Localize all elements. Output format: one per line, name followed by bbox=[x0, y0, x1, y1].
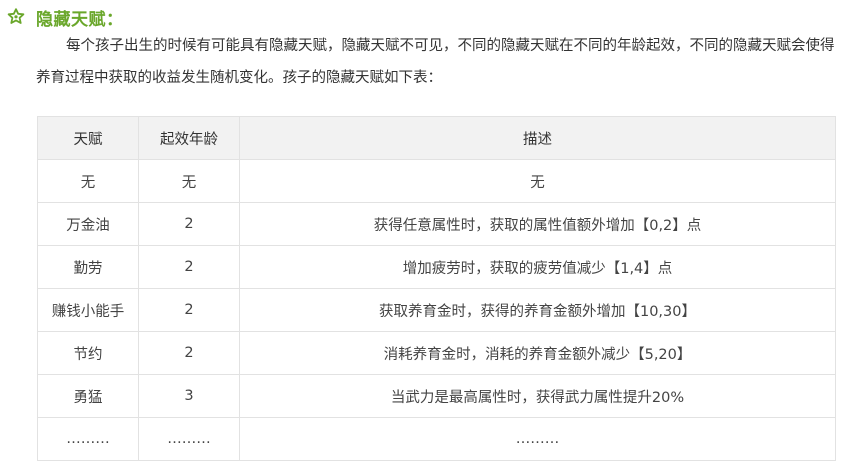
cell-description: ……… bbox=[239, 417, 836, 461]
cell-description: 消耗养育金时，消耗的养育金额外减少【5,20】 bbox=[239, 331, 836, 375]
cell-talent: 赚钱小能手 bbox=[37, 288, 139, 332]
cell-age: ……… bbox=[138, 417, 240, 461]
section-heading: 隐藏天赋： bbox=[6, 4, 124, 30]
section-title: 隐藏天赋： bbox=[36, 9, 124, 30]
talent-table: 天赋 起效年龄 描述 无 无 无 万金油 2 获得任意属性时，获取的属性值额外增… bbox=[37, 116, 836, 461]
flower-outline-icon bbox=[6, 7, 26, 27]
cell-age: 2 bbox=[138, 202, 240, 246]
cell-age: 2 bbox=[138, 288, 240, 332]
table-row: ……… ……… ……… bbox=[37, 417, 836, 461]
cell-age: 2 bbox=[138, 245, 240, 289]
table-row: 节约 2 消耗养育金时，消耗的养育金额外减少【5,20】 bbox=[37, 331, 836, 375]
header-description: 描述 bbox=[239, 116, 836, 160]
cell-talent: ……… bbox=[37, 417, 139, 461]
cell-age: 2 bbox=[138, 331, 240, 375]
cell-age: 3 bbox=[138, 374, 240, 418]
table-row: 赚钱小能手 2 获取养育金时，获得的养育金额外增加【10,30】 bbox=[37, 288, 836, 332]
table-header-row: 天赋 起效年龄 描述 bbox=[37, 116, 836, 160]
cell-description: 无 bbox=[239, 159, 836, 203]
cell-talent: 万金油 bbox=[37, 202, 139, 246]
cell-talent: 勤劳 bbox=[37, 245, 139, 289]
cell-description: 增加疲劳时，获取的疲劳值减少【1,4】点 bbox=[239, 245, 836, 289]
table-row: 无 无 无 bbox=[37, 159, 836, 203]
table-row: 万金油 2 获得任意属性时，获取的属性值额外增加【0,2】点 bbox=[37, 202, 836, 246]
cell-talent: 勇猛 bbox=[37, 374, 139, 418]
intro-text: 每个孩子出生的时候有可能具有隐藏天赋，隐藏天赋不可见，不同的隐藏天赋在不同的年龄… bbox=[36, 38, 835, 86]
cell-description: 获得任意属性时，获取的属性值额外增加【0,2】点 bbox=[239, 202, 836, 246]
cell-talent: 节约 bbox=[37, 331, 139, 375]
table-row: 勇猛 3 当武力是最高属性时，获得武力属性提升20% bbox=[37, 374, 836, 418]
table-row: 勤劳 2 增加疲劳时，获取的疲劳值减少【1,4】点 bbox=[37, 245, 836, 289]
header-age: 起效年龄 bbox=[138, 116, 240, 160]
cell-description: 当武力是最高属性时，获得武力属性提升20% bbox=[239, 374, 836, 418]
header-talent: 天赋 bbox=[37, 116, 139, 160]
cell-talent: 无 bbox=[37, 159, 139, 203]
intro-paragraph: 每个孩子出生的时候有可能具有隐藏天赋，隐藏天赋不可见，不同的隐藏天赋在不同的年龄… bbox=[36, 30, 836, 94]
cell-description: 获取养育金时，获得的养育金额外增加【10,30】 bbox=[239, 288, 836, 332]
cell-age: 无 bbox=[138, 159, 240, 203]
